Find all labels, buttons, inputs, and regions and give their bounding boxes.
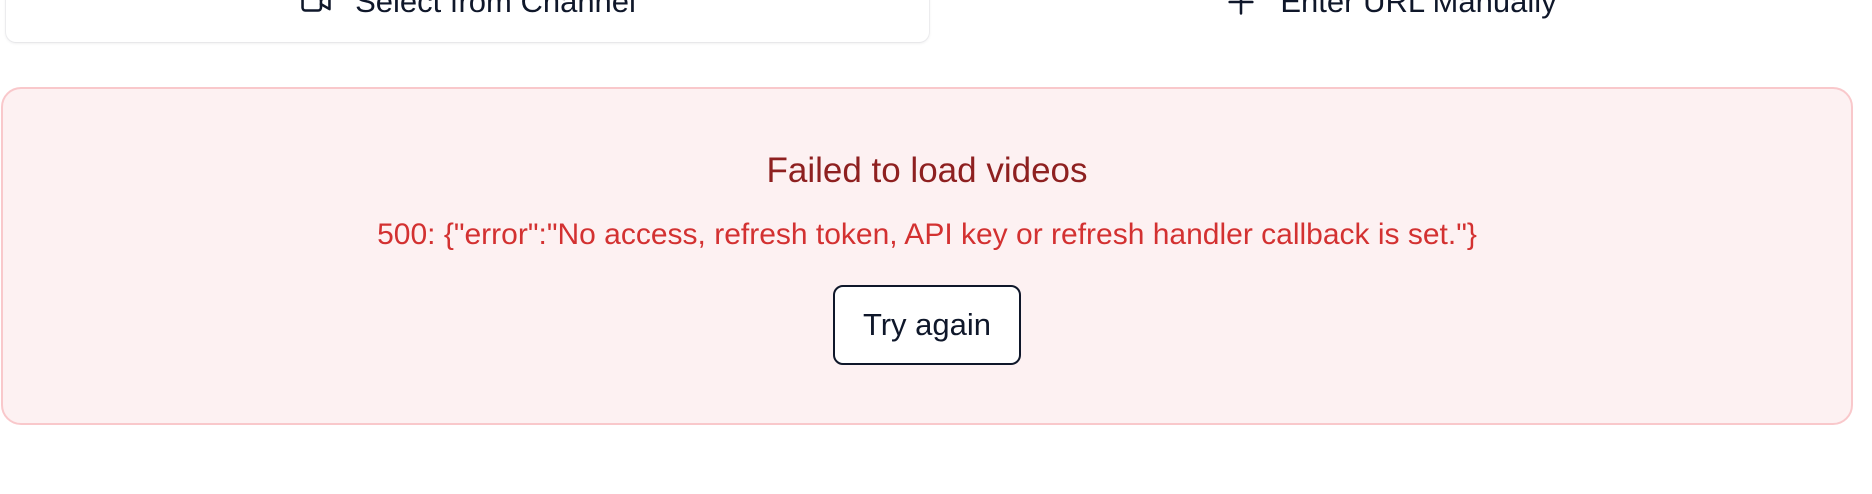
error-title: Failed to load videos [766, 151, 1088, 190]
video-camera-icon [299, 0, 333, 19]
plus-icon [1224, 0, 1258, 19]
page: Select from Channel Enter URL Manually F… [0, 0, 1872, 494]
try-again-button[interactable]: Try again [832, 285, 1022, 365]
tab-label: Enter URL Manually [1280, 0, 1557, 19]
source-tabs: Select from Channel Enter URL Manually [6, 0, 1852, 42]
tab-label: Select from Channel [355, 0, 636, 19]
tab-enter-url-manually[interactable]: Enter URL Manually [929, 0, 1852, 42]
section-heading-cutoff [0, 478, 9, 494]
error-panel: Failed to load videos 500: {"error":"No … [1, 87, 1853, 425]
tab-select-from-channel[interactable]: Select from Channel [6, 0, 929, 42]
error-message: 500: {"error":"No access, refresh token,… [377, 218, 1477, 251]
